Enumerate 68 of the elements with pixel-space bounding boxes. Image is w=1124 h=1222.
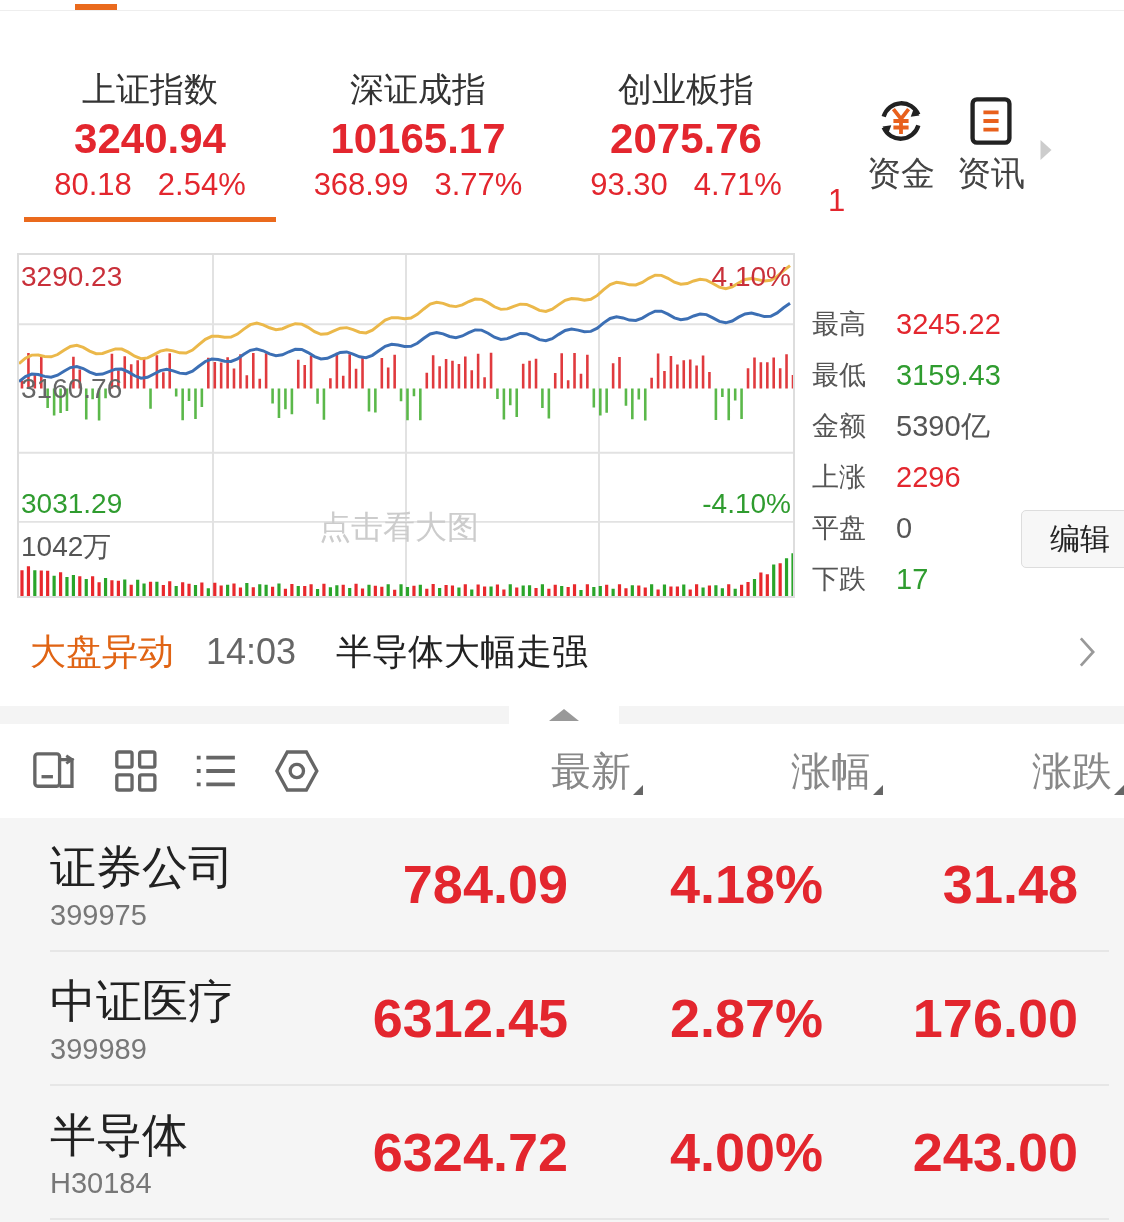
grid-icon[interactable] <box>112 747 159 795</box>
row-change: 31.48 <box>941 853 1078 915</box>
index-change: 93.30 <box>590 167 668 203</box>
row-percent: 4.18% <box>668 853 823 915</box>
row-name: 中证医疗 <box>50 972 235 1030</box>
index-name: 深证成指 <box>350 68 486 111</box>
row-price: 6324.72 <box>371 1121 568 1183</box>
column-header[interactable]: 最新 <box>352 743 643 799</box>
hexagon-icon[interactable] <box>274 747 320 795</box>
index-percent: 3.77% <box>434 167 523 203</box>
list-row[interactable]: 中证医疗 399989 6312.45 2.87% 176.00 <box>50 952 1109 1086</box>
axis-label: 3290.23 <box>21 263 123 291</box>
stat-label: 最低 <box>812 358 866 392</box>
edit-button[interactable]: 编辑 <box>1020 510 1124 568</box>
up-triangle-icon <box>549 709 579 721</box>
index-change: 1 <box>828 183 846 219</box>
stat-label: 下跌 <box>812 562 866 596</box>
chevron-right-icon <box>1078 636 1096 668</box>
stat-value: 5390亿 <box>896 409 990 444</box>
stat-value: 3159.43 <box>896 358 1001 393</box>
alert-time: 14:03 <box>206 631 297 673</box>
row-percent: 2.87% <box>668 987 823 1049</box>
index-value: 10165.17 <box>330 115 506 163</box>
index-percent: 4.71% <box>693 167 782 203</box>
stat-value: 3245.22 <box>896 307 1001 342</box>
shortcut-button[interactable]: 资讯 <box>957 95 1026 197</box>
row-percent: 4.00% <box>668 1121 823 1183</box>
stat-label: 最高 <box>812 307 866 341</box>
row-change: 176.00 <box>911 987 1078 1049</box>
index-percent: 2.54% <box>157 167 246 203</box>
stat-value: 0 <box>896 511 913 546</box>
stat-label: 上涨 <box>812 460 866 494</box>
index-change: 368.99 <box>313 167 409 203</box>
index-tab[interactable]: 深证成指 10165.17 368.99 3.77% <box>292 67 544 222</box>
alert-row[interactable]: 大盘异动 14:03 半导体大幅走强 <box>0 598 1124 706</box>
volume-label: 1042万 <box>21 533 112 561</box>
index-value: 3240.94 <box>74 115 226 163</box>
list-row[interactable]: 证券公司 399975 784.09 4.18% 31.48 <box>50 818 1109 952</box>
tab-indicator <box>75 4 117 10</box>
list-row[interactable]: 半导体 H30184 6324.72 4.00% 243.00 <box>50 1086 1109 1220</box>
stat-label: 平盘 <box>812 511 866 545</box>
row-price: 784.09 <box>401 853 568 915</box>
row-code: 399989 <box>50 1032 148 1066</box>
row-name: 证券公司 <box>50 838 235 896</box>
sort-icon <box>1114 784 1124 795</box>
shortcut-button[interactable]: 资金 <box>867 95 936 197</box>
column-header[interactable]: 涨跌 <box>881 743 1124 799</box>
row-change: 243.00 <box>911 1121 1078 1183</box>
sort-icon <box>873 784 884 795</box>
index-name: 上证指数 <box>82 68 218 111</box>
row-code: 399975 <box>50 898 148 932</box>
stat-value: 17 <box>896 562 929 597</box>
column-header[interactable]: 涨幅 <box>640 743 884 799</box>
sort-icon <box>632 784 643 795</box>
index-value: 2075.76 <box>610 115 762 163</box>
index-tab[interactable]: 创业板指 2075.76 93.30 4.71% <box>560 67 812 222</box>
alert-tag: 大盘异动 <box>30 627 174 677</box>
row-name: 半导体 <box>50 1106 189 1164</box>
axis-label: -4.10% <box>702 490 791 518</box>
index-name: 创业板指 <box>618 68 754 111</box>
stat-label: 金额 <box>812 409 866 443</box>
index-change: 80.18 <box>54 167 132 203</box>
index-tab[interactable]: 上证指数 3240.94 80.18 2.54% <box>24 67 276 222</box>
row-price: 6312.45 <box>371 987 568 1049</box>
row-code: H30184 <box>50 1166 153 1200</box>
axis-label: 3031.29 <box>21 490 123 518</box>
alert-text: 半导体大幅走强 <box>336 629 589 674</box>
stat-value: 2296 <box>896 460 961 495</box>
